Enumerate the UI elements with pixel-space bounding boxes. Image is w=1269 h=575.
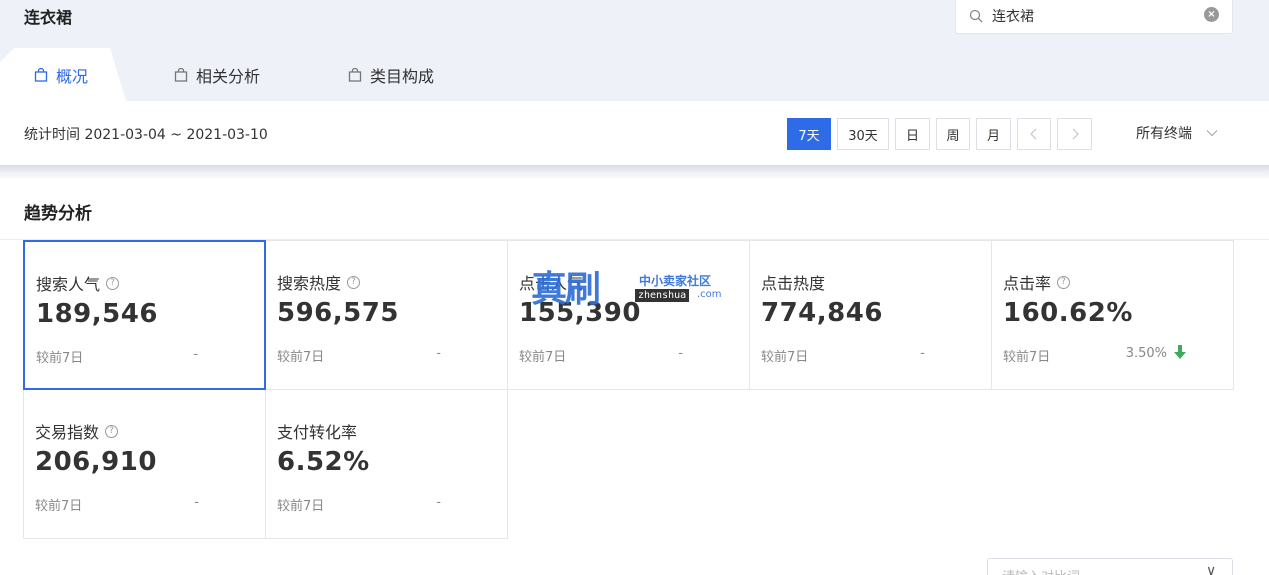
- compare-word-placeholder: 请输入对比词: [1002, 566, 1080, 575]
- filter-bar: 统计时间 2021-03-04 ~ 2021-03-10 7天 30天 日 周 …: [0, 101, 1269, 165]
- prev-period-button[interactable]: [1017, 118, 1051, 150]
- metric-compare-label: 较前7日: [277, 499, 325, 514]
- tab-label: 相关分析: [196, 66, 261, 86]
- next-period-button[interactable]: [1057, 118, 1092, 150]
- compare-word-input[interactable]: 请输入对比词 ∨: [987, 558, 1233, 575]
- metric-label: 点击人气: [519, 274, 584, 293]
- period-7-days-button[interactable]: 7天: [787, 118, 831, 150]
- metric-compare-label: 较前7日: [36, 351, 84, 366]
- metric-compare-value: -: [920, 346, 925, 361]
- metric-value: 155,390: [519, 298, 641, 328]
- metric-card-click-popularity[interactable]: 点击人气 155,390 较前7日 -: [507, 240, 750, 390]
- metric-compare-value: -: [678, 346, 683, 361]
- metric-card-search-heat[interactable]: 搜索热度? 596,575 较前7日 -: [265, 240, 508, 390]
- page-title: 连衣裙: [24, 8, 73, 27]
- period-week-button[interactable]: 周: [936, 118, 970, 150]
- terminal-select[interactable]: 所有终端: [1136, 123, 1192, 143]
- tab-label: 类目构成: [370, 66, 435, 86]
- stat-time: 统计时间 2021-03-04 ~ 2021-03-10: [24, 127, 268, 143]
- metric-compare-label: 较前7日: [519, 350, 567, 365]
- metric-compare-label: 较前7日: [277, 350, 325, 365]
- chevron-left-icon: [1030, 128, 1037, 140]
- metric-card-payment-conversion[interactable]: 支付转化率 6.52% 较前7日 -: [265, 389, 508, 539]
- search-box[interactable]: ×: [955, 0, 1233, 34]
- metric-value: 596,575: [277, 298, 399, 328]
- metric-value: 189,546: [36, 299, 158, 329]
- metric-compare-label: 较前7日: [761, 350, 809, 365]
- help-icon[interactable]: ?: [105, 424, 119, 438]
- period-month-button[interactable]: 月: [976, 118, 1011, 150]
- metric-label: 搜索人气?: [36, 271, 120, 295]
- section-title: 趋势分析: [24, 204, 92, 224]
- metric-compare-value: -: [194, 495, 199, 510]
- metric-card-click-heat[interactable]: 点击热度 774,846 较前7日 -: [749, 240, 992, 390]
- metric-compare-label: 较前7日: [35, 499, 83, 514]
- metric-value: 6.52%: [277, 447, 370, 477]
- period-day-button[interactable]: 日: [895, 118, 930, 150]
- arrow-down-icon: [1174, 345, 1186, 359]
- metric-compare-value: -: [436, 346, 441, 361]
- metric-label: 交易指数?: [35, 419, 119, 443]
- tab-overview[interactable]: 概况: [0, 48, 126, 101]
- period-30-days-button[interactable]: 30天: [837, 118, 889, 150]
- chevron-down-icon[interactable]: ∨: [1206, 563, 1216, 575]
- clear-circle-icon[interactable]: ×: [1204, 7, 1219, 22]
- chevron-down-icon[interactable]: [1206, 127, 1218, 139]
- metric-compare-label: 较前7日: [1003, 350, 1051, 365]
- metric-label: 搜索热度?: [277, 270, 361, 294]
- metric-compare-value: 3.50%: [1125, 346, 1167, 361]
- metric-value: 160.62%: [1003, 298, 1133, 328]
- search-input[interactable]: [992, 5, 1192, 27]
- shopping-bag-icon: [348, 67, 362, 82]
- shopping-bag-icon: [174, 67, 188, 82]
- chevron-right-icon: [1072, 128, 1079, 140]
- divider-shadow: [0, 165, 1269, 179]
- metric-compare-value: -: [193, 347, 198, 362]
- metric-compare-value: -: [436, 495, 441, 510]
- metric-label: 点击热度: [761, 274, 826, 293]
- tab-category-composition[interactable]: 类目构成: [348, 48, 434, 101]
- metric-value: 774,846: [761, 298, 883, 328]
- tab-related-analysis[interactable]: 相关分析: [174, 48, 260, 101]
- metric-value: 206,910: [35, 447, 157, 477]
- shopping-bag-icon: [34, 67, 48, 82]
- tab-label: 概况: [56, 66, 89, 86]
- metric-card-search-popularity[interactable]: 搜索人气? 189,546 较前7日 -: [23, 240, 266, 390]
- metric-card-transaction-index[interactable]: 交易指数? 206,910 较前7日 -: [23, 389, 266, 539]
- help-icon[interactable]: ?: [106, 276, 120, 290]
- help-icon[interactable]: ?: [1057, 275, 1071, 289]
- metric-label: 支付转化率: [277, 423, 358, 442]
- search-icon: [969, 9, 983, 23]
- help-icon[interactable]: ?: [347, 275, 361, 289]
- metric-card-click-rate[interactable]: 点击率? 160.62% 较前7日 3.50%: [991, 240, 1234, 390]
- metric-label: 点击率?: [1003, 270, 1071, 294]
